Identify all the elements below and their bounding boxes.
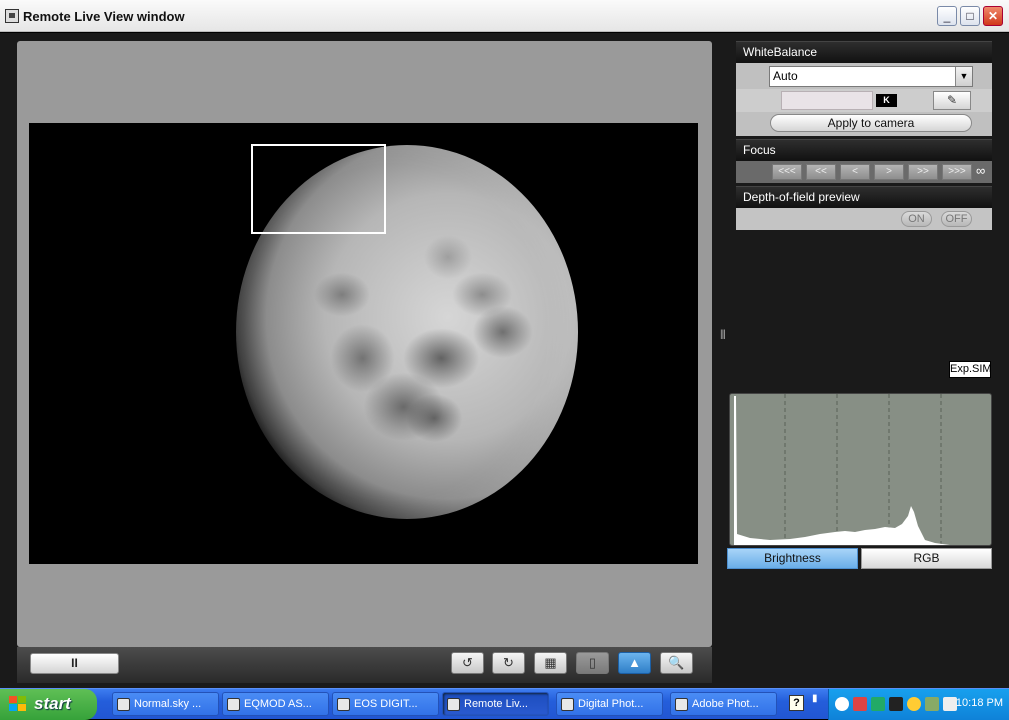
volume-icon[interactable]: [925, 697, 939, 711]
focus-far-medium-button[interactable]: >>: [908, 164, 938, 180]
task-label: EQMOD AS...: [244, 698, 312, 710]
white-balance-section: Auto ▼ K ✎ Apply to camera: [736, 63, 992, 136]
maximize-button[interactable]: □: [960, 6, 980, 26]
histogram-graph: [734, 394, 950, 545]
start-button[interactable]: start: [0, 689, 97, 720]
task-eos-digital[interactable]: EOS DIGIT...: [332, 692, 439, 716]
pause-button[interactable]: II: [30, 653, 119, 674]
task-label: Remote Liv...: [464, 698, 528, 710]
dof-on-button[interactable]: ON: [901, 211, 932, 227]
chevron-down-icon[interactable]: ▼: [955, 67, 972, 86]
aspect-button[interactable]: ▯: [576, 652, 609, 674]
task-digital-photo[interactable]: Digital Phot...: [556, 692, 663, 716]
dof-header: Depth-of-field preview: [736, 186, 992, 208]
minimize-button[interactable]: _: [937, 6, 957, 26]
network-error-icon[interactable]: [853, 697, 867, 711]
white-balance-select[interactable]: Auto ▼: [769, 66, 973, 87]
monitor-icon[interactable]: [943, 697, 957, 711]
task-remote-live-view[interactable]: Remote Liv...: [442, 692, 549, 716]
dof-section: ON OFF: [736, 208, 992, 230]
app-icon: [337, 698, 350, 711]
app-icon: [447, 698, 460, 711]
help-icon[interactable]: ?: [789, 695, 804, 711]
live-view-app: II ↺ ↻ ▦ ▯ ▲ 🔍 ||| WhiteBalance Auto ▼ K…: [0, 33, 1009, 688]
quick-launch-icon[interactable]: ▮: [812, 693, 824, 711]
image-view-button[interactable]: ▲: [618, 652, 651, 674]
rotate-left-button[interactable]: ↺: [451, 652, 484, 674]
title-bar: Remote Live View window _ □ ✕: [0, 0, 1009, 32]
kelvin-row: K ✎: [736, 89, 992, 112]
histogram: [729, 393, 992, 546]
focus-section: <<< << < > >> >>> ∞: [736, 161, 992, 183]
focus-header: Focus: [736, 139, 992, 161]
camera-icon: [561, 698, 574, 711]
start-label: start: [34, 694, 71, 713]
splitter-handle[interactable]: |||: [720, 329, 726, 340]
close-button[interactable]: ✕: [983, 6, 1003, 26]
infinity-icon: ∞: [976, 163, 986, 178]
white-balance-header: WhiteBalance: [736, 41, 992, 63]
smiley-icon[interactable]: [907, 697, 921, 711]
brightness-tab[interactable]: Brightness: [727, 548, 858, 569]
settings-panel: WhiteBalance Auto ▼ K ✎ Apply to camera …: [736, 41, 992, 230]
windows-logo-icon: [9, 696, 27, 712]
rotate-right-button[interactable]: ↻: [492, 652, 525, 674]
focus-near-small-button[interactable]: <: [840, 164, 870, 180]
camera-app-icon: [5, 9, 19, 23]
task-adobe-photoshop[interactable]: Adobe Phot...: [670, 692, 777, 716]
clock: 10:18 PM: [955, 697, 1003, 709]
focus-frame[interactable]: [251, 144, 386, 234]
focus-near-medium-button[interactable]: <<: [806, 164, 836, 180]
dof-off-button[interactable]: OFF: [941, 211, 972, 227]
focus-far-large-button[interactable]: >>>: [942, 164, 972, 180]
live-view-image[interactable]: [29, 123, 698, 564]
kelvin-badge: K: [876, 94, 897, 107]
kelvin-input[interactable]: [781, 91, 873, 110]
window-title: Remote Live View window: [23, 9, 185, 24]
feather-icon: [675, 698, 688, 711]
system-tray: 10:18 PM: [828, 689, 1009, 720]
focus-far-small-button[interactable]: >: [874, 164, 904, 180]
task-eqmod[interactable]: EQMOD AS...: [222, 692, 329, 716]
eyedropper-button[interactable]: ✎: [933, 91, 971, 110]
histogram-curve: [734, 396, 950, 545]
task-label: Normal.sky ...: [134, 698, 202, 710]
white-balance-value: Auto: [773, 69, 798, 83]
zoom-button[interactable]: 🔍: [660, 652, 693, 674]
task-normal-sky[interactable]: Normal.sky ...: [112, 692, 219, 716]
apply-to-camera-button[interactable]: Apply to camera: [770, 114, 972, 132]
grid-button[interactable]: ▦: [534, 652, 567, 674]
live-view-panel: [17, 41, 712, 647]
task-label: Digital Phot...: [578, 698, 644, 710]
task-label: Adobe Phot...: [692, 698, 759, 710]
focus-near-large-button[interactable]: <<<: [772, 164, 802, 180]
exposure-sim-badge: Exp.SIM: [949, 361, 992, 378]
live-view-toolbar: II ↺ ↻ ▦ ▯ ▲ 🔍: [17, 647, 712, 683]
app-icon: [227, 698, 240, 711]
show-hidden-icon[interactable]: [835, 697, 849, 711]
taskbar: start Normal.sky ... EQMOD AS... EOS DIG…: [0, 688, 1009, 720]
app-icon: [117, 698, 130, 711]
eyedropper-icon: ✎: [946, 93, 958, 107]
device-icon[interactable]: [889, 697, 903, 711]
task-label: EOS DIGIT...: [354, 698, 418, 710]
rgb-tab[interactable]: RGB: [861, 548, 992, 569]
network-icon[interactable]: [871, 697, 885, 711]
